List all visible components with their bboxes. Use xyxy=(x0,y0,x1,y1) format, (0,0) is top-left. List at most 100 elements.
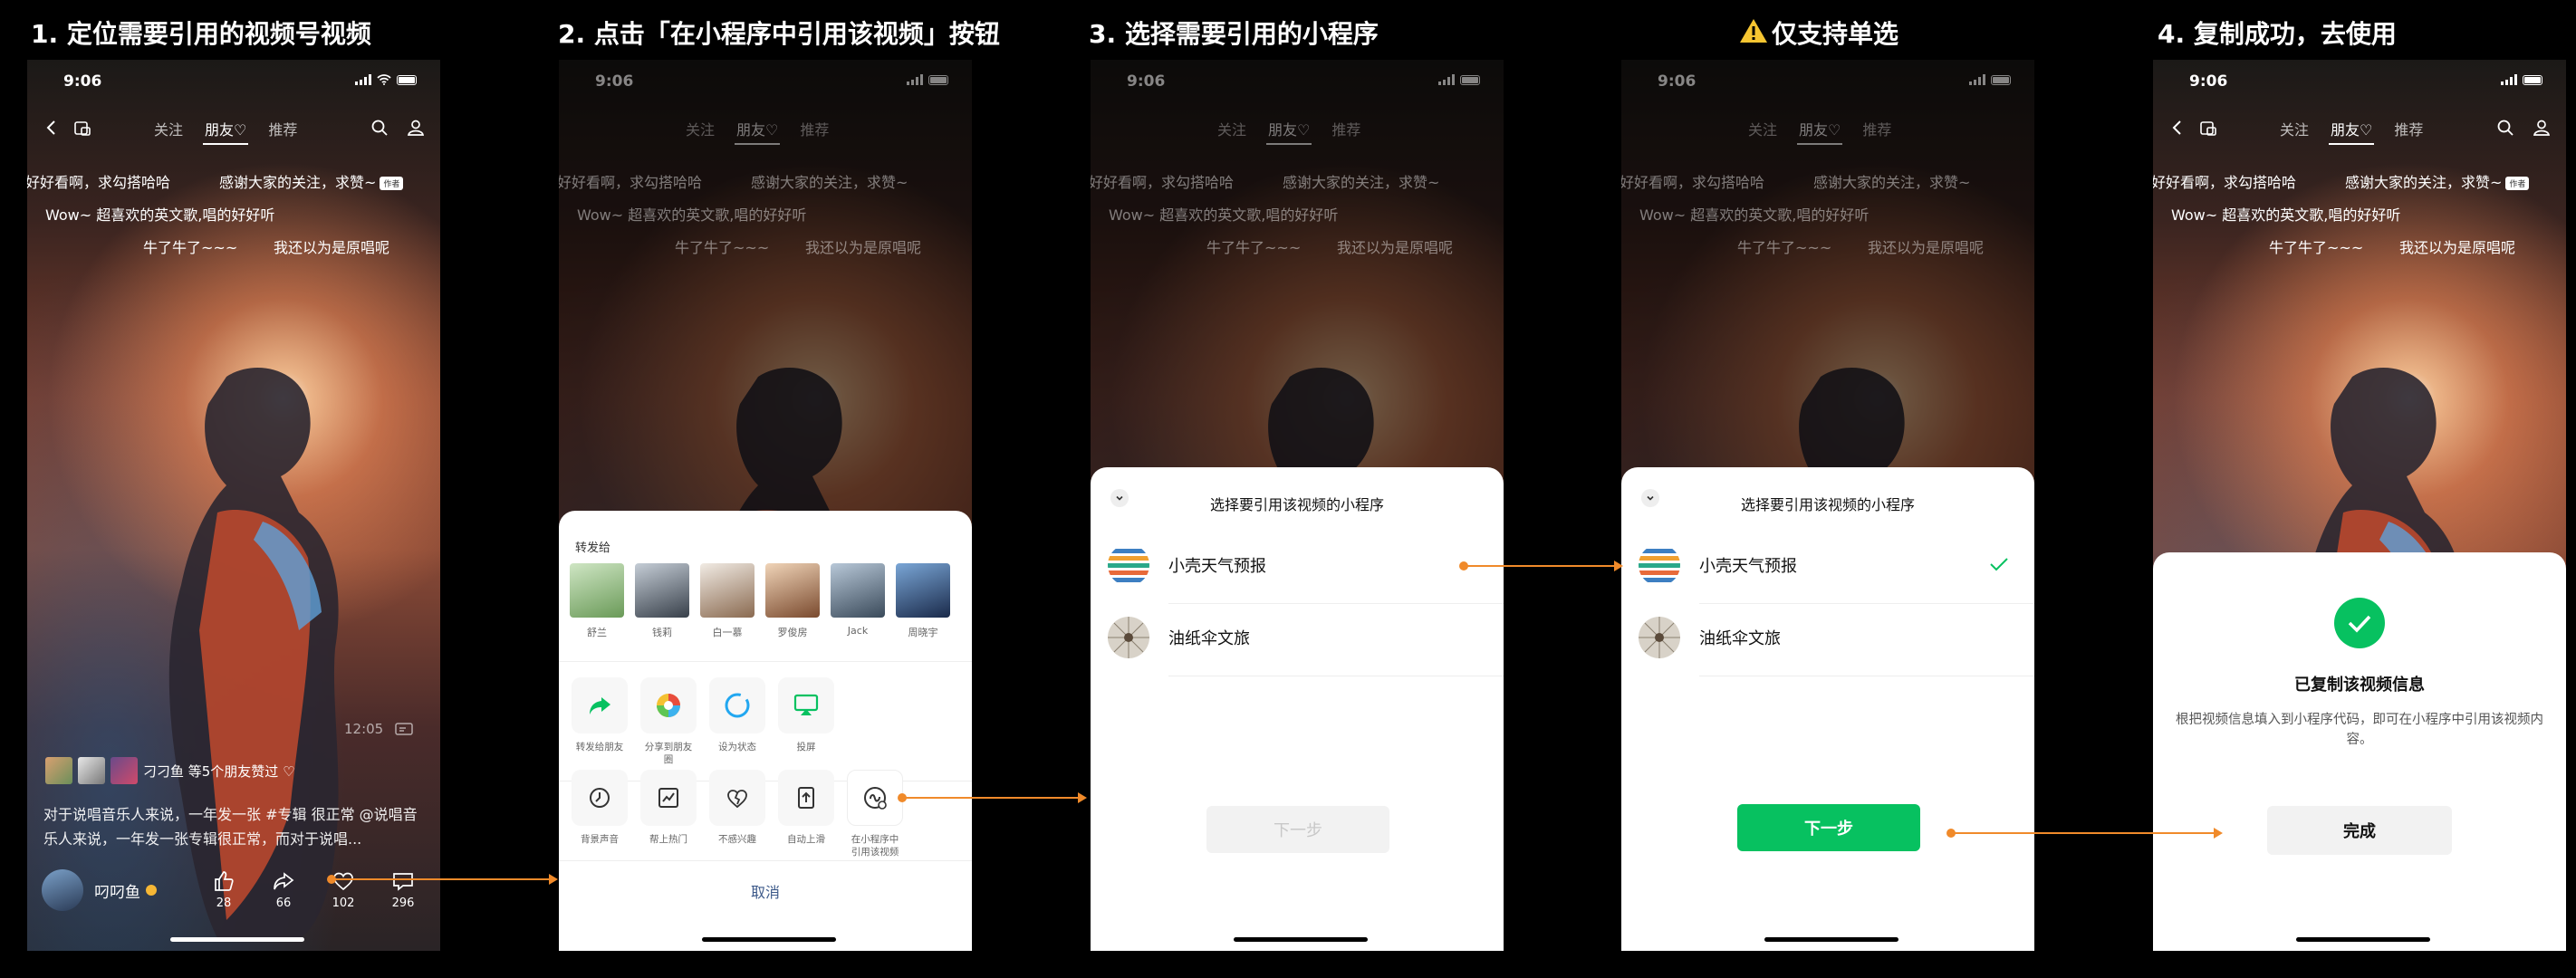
audio-icon xyxy=(590,788,610,808)
cast-icon xyxy=(793,694,819,715)
next-button-disabled[interactable]: 下一步 xyxy=(1206,806,1389,853)
tab-following[interactable]: 关注 xyxy=(686,118,715,139)
danmu-comment: 感谢大家的关注，求赞~ xyxy=(1813,174,1971,191)
auto-scroll-icon xyxy=(798,787,814,809)
danmu-comment: 感谢大家的关注，求赞~ 作者 xyxy=(2345,170,2530,192)
cancel-button[interactable]: 取消 xyxy=(559,880,972,902)
video-figure-image xyxy=(168,368,339,938)
signal-icon xyxy=(907,74,923,85)
next-button[interactable]: 下一步 xyxy=(1737,804,1920,851)
auto-scroll-button[interactable]: 自动上滑 xyxy=(778,770,834,858)
signal-icon xyxy=(1438,74,1455,85)
step-3-title: 3. 选择需要引用的小程序 xyxy=(1089,19,1379,49)
back-icon[interactable] xyxy=(2167,118,2187,138)
quote-in-mini-program-button[interactable]: 在小程序中引用该视频 xyxy=(847,770,903,858)
status-time: 9:06 xyxy=(1658,72,1697,91)
forward-to-friend-button[interactable]: 转发给朋友 xyxy=(572,677,628,766)
mini-program-name: 油纸伞文旅 xyxy=(1699,629,1781,648)
success-title: 已复制该视频信息 xyxy=(2294,676,2425,695)
tab-friends[interactable]: 朋友♡ xyxy=(735,118,781,145)
set-status-button[interactable]: 设为状态 xyxy=(709,677,765,766)
home-indicator xyxy=(2296,937,2430,942)
moments-button[interactable]: 分享到朋友圈 xyxy=(640,677,697,766)
step-1-title: 1. 定位需要引用的视频号视频 xyxy=(31,19,371,49)
sheet-title: 选择要引用该视频的小程序 xyxy=(1740,496,1915,513)
author-row[interactable]: 叼叼鱼 xyxy=(42,869,157,911)
contact-item[interactable]: 周晓宇 xyxy=(896,563,950,639)
mini-program-item[interactable]: 小壳天气预报 xyxy=(1107,536,1487,594)
battery-icon xyxy=(397,74,417,85)
search-icon[interactable] xyxy=(2495,118,2515,138)
contact-item[interactable]: 舒兰 xyxy=(570,563,624,639)
mini-program-item[interactable]: 油纸伞文旅 xyxy=(1107,609,1487,666)
tab-friends[interactable]: 朋友♡ xyxy=(1797,118,1843,145)
danmu-comment: 感谢大家的关注，求赞~ 作者 xyxy=(219,170,404,192)
status-time: 9:06 xyxy=(2189,72,2228,91)
tab-following[interactable]: 关注 xyxy=(2280,118,2309,139)
auto-scroll-label: 自动上滑 xyxy=(787,834,825,845)
contact-item[interactable]: 白一慕 xyxy=(700,563,755,639)
not-interested-button[interactable]: 不感兴趣 xyxy=(709,770,765,858)
tab-recommend[interactable]: 推荐 xyxy=(268,118,297,139)
tab-following[interactable]: 关注 xyxy=(154,118,183,139)
select-mini-program-sheet: 选择要引用该视频的小程序 小壳天气预报 油纸伞文旅 下一步 xyxy=(1621,467,2034,951)
share-button[interactable]: 66 xyxy=(263,869,304,910)
tab-recommend[interactable]: 推荐 xyxy=(2394,118,2423,139)
done-button[interactable]: 完成 xyxy=(2267,806,2452,855)
step-4-title: 4. 复制成功，去使用 xyxy=(2158,19,2397,49)
battery-icon xyxy=(1991,74,2011,85)
not-interested-label: 不感兴趣 xyxy=(718,834,756,845)
search-icon[interactable] xyxy=(370,118,389,138)
profile-icon[interactable] xyxy=(406,118,426,138)
tab-friends[interactable]: 朋友♡ xyxy=(2329,118,2375,145)
danmu-toggle-icon[interactable] xyxy=(395,722,413,737)
contact-item[interactable]: Jack xyxy=(831,563,885,639)
mini-program-item-selected[interactable]: 小壳天气预报 xyxy=(1638,536,2018,594)
boost-trending-button[interactable]: 帮上热门 xyxy=(640,770,697,858)
window-icon[interactable] xyxy=(2198,118,2218,138)
top-nav: 关注 朋友♡ 推荐 xyxy=(1091,114,1504,145)
contact-name: 周晓宇 xyxy=(908,627,938,638)
flow-arrow-1 xyxy=(327,874,558,885)
trending-icon xyxy=(658,788,678,808)
umbrella-app-logo xyxy=(1108,617,1149,658)
danmu-comment: 牛了牛了~~~ xyxy=(1206,239,1302,256)
back-icon[interactable] xyxy=(42,118,62,138)
mini-program-item[interactable]: 油纸伞文旅 xyxy=(1638,609,2018,666)
danmu-comment: 牛了牛了~~~ xyxy=(675,239,770,256)
tab-friends[interactable]: 朋友♡ xyxy=(1266,118,1312,145)
like-button[interactable]: 28 xyxy=(203,869,245,910)
tab-recommend[interactable]: 推荐 xyxy=(1331,118,1360,139)
contact-name: 白一慕 xyxy=(712,627,743,638)
status-icons xyxy=(2501,74,2542,85)
window-icon[interactable] xyxy=(72,118,92,138)
background-audio-button[interactable]: 背景声音 xyxy=(572,770,628,858)
cast-screen-button[interactable]: 投屏 xyxy=(778,677,834,766)
author-avatar[interactable] xyxy=(42,869,83,911)
tab-following[interactable]: 关注 xyxy=(1748,118,1777,139)
contact-avatar xyxy=(765,563,820,618)
profile-icon[interactable] xyxy=(2532,118,2552,138)
top-nav: 关注 朋友♡ 推荐 xyxy=(27,114,440,145)
quote-in-mini-program-label: 在小程序中引用该视频 xyxy=(851,834,899,858)
tab-recommend[interactable]: 推荐 xyxy=(1862,118,1891,139)
mini-program-name: 小壳天气预报 xyxy=(1699,557,1797,576)
tab-following[interactable]: 关注 xyxy=(1217,118,1246,139)
success-description: 根把视频信息填入到小程序代码，即可在小程序中引用该视频内容。 xyxy=(2176,713,2543,747)
author-name[interactable]: 叼叼鱼 xyxy=(94,879,140,902)
top-nav: 关注 朋友♡ 推荐 xyxy=(559,114,972,145)
select-mini-program-sheet: 选择要引用该视频的小程序 小壳天气预报 油纸伞文旅 下一步 xyxy=(1091,467,1504,951)
forward-to-friend-label: 转发给朋友 xyxy=(575,742,624,753)
video-caption[interactable]: 对于说唱音乐人来说，一年发一张 #专辑 很正常 @说唱音乐人来说，一年发一张专辑… xyxy=(43,802,424,851)
wifi-icon xyxy=(377,74,391,85)
flow-arrow-2 xyxy=(898,792,1087,803)
phone-screen-3: 9:06 关注 朋友♡ 推荐 好好看啊，求勾搭哈哈 感谢大家的关注，求赞~ Wo… xyxy=(1091,60,1504,951)
contact-item[interactable]: 钱莉 xyxy=(635,563,689,639)
phone-screen-2: 9:06 关注 朋友♡ 推荐 好好看啊，求勾搭哈哈 感谢大家的关注，求赞~ Wo… xyxy=(559,60,972,951)
mini-program-name: 小壳天气预报 xyxy=(1168,557,1266,576)
tab-recommend[interactable]: 推荐 xyxy=(800,118,829,139)
friends-liked-row[interactable]: 刁刁鱼 等5个朋友赞过 ♡ xyxy=(45,757,295,784)
danmu-comment: 牛了牛了~~~ xyxy=(2269,239,2364,256)
contact-item[interactable]: 罗俊房 xyxy=(765,563,820,639)
tab-friends[interactable]: 朋友♡ xyxy=(203,118,249,145)
